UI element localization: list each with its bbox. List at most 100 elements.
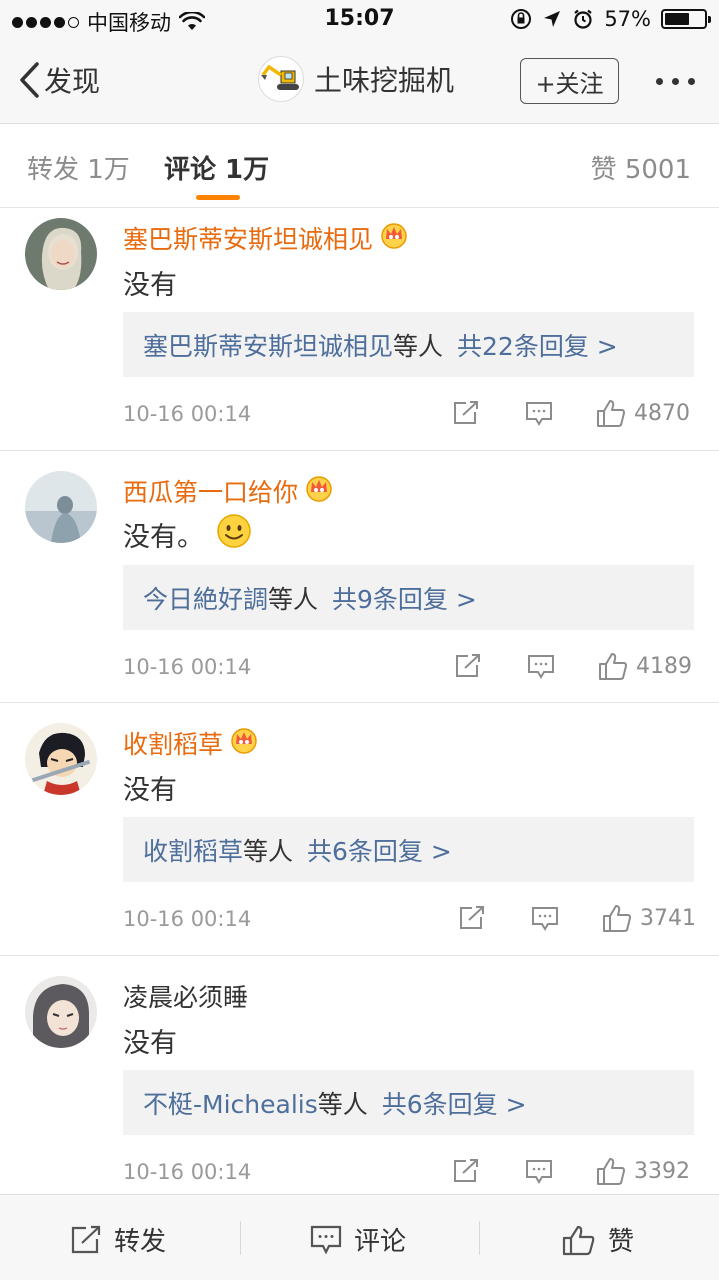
comment-divider <box>0 702 719 703</box>
account-name: 土味挖掘机 <box>314 64 455 97</box>
reply-suffix: 等人 <box>317 1089 368 1119</box>
repost-icon[interactable] <box>458 905 486 931</box>
back-button[interactable]: 发现 <box>18 60 100 100</box>
chevron-left-icon <box>20 62 39 98</box>
reply-author: 塞巴斯蒂安斯坦诚相见 <box>143 331 394 361</box>
comment-button[interactable]: 评论 <box>310 1221 406 1258</box>
comment-text-body: 没有。 <box>123 522 204 553</box>
tab-bar: 转发 1万 评论 1万 赞 5001 <box>0 125 719 208</box>
repost-button[interactable]: 转发 <box>70 1221 166 1258</box>
comment-time: 10-16 00:14 <box>123 402 252 426</box>
like-button[interactable]: 4189 <box>598 651 692 681</box>
comment-text: 没有 <box>123 775 177 806</box>
like-count: 3741 <box>640 905 696 931</box>
tab-comment[interactable]: 评论 1万 <box>164 149 269 186</box>
rotation-lock-icon <box>510 8 532 30</box>
comment-time: 10-16 00:14 <box>123 655 252 679</box>
reply-author: 不梃-Michealis <box>143 1089 318 1119</box>
thumbs-up-icon <box>599 653 627 680</box>
like-count: 4870 <box>634 400 690 426</box>
commenter-name[interactable]: 凌晨必须睡 <box>123 978 248 1014</box>
commenter-name[interactable]: 收割稻草 <box>123 725 259 761</box>
more-options-icon[interactable] <box>656 78 695 85</box>
comment-time: 10-16 00:14 <box>123 907 252 931</box>
vip-crown-icon <box>379 221 409 255</box>
active-tab-indicator <box>196 195 240 200</box>
avatar[interactable] <box>25 976 97 1048</box>
replies-summary[interactable]: 收割稻草 等人 共6条回复 > <box>123 817 694 882</box>
comment-item: 凌晨必须睡 没有 不梃-Michealis 等人 共6条回复 > 10-16 0… <box>0 966 719 1194</box>
comment-icon[interactable] <box>525 1159 553 1185</box>
repost-icon[interactable] <box>452 1158 480 1184</box>
location-icon <box>542 9 562 29</box>
replies-summary[interactable]: 今日絶好調 等人 共9条回复 > <box>123 565 694 630</box>
repost-icon <box>71 1225 101 1253</box>
bottom-separator <box>240 1221 241 1255</box>
comment-text: 没有。 <box>123 513 252 556</box>
nav-bar: 发现 土味挖掘机 +关注 <box>0 40 719 124</box>
commenter-name[interactable]: 西瓜第一口给你 <box>123 473 334 509</box>
battery-percent: 57% <box>604 7 651 31</box>
comment-text: 没有 <box>123 1028 177 1059</box>
bottom-action-bar: 转发 评论 赞 <box>0 1194 719 1280</box>
comment-item: 收割稻草 没有 收割稻草 等人 共6条回复 > 10-16 00:14 3741 <box>0 713 719 956</box>
smile-emoji-icon <box>216 513 252 556</box>
reply-count: 共6条回复 > <box>381 1089 527 1119</box>
excavator-avatar-icon <box>258 56 304 102</box>
comment-icon[interactable] <box>531 906 559 932</box>
avatar[interactable] <box>25 218 97 290</box>
repost-icon[interactable] <box>454 653 482 679</box>
like-button[interactable]: 3392 <box>596 1156 690 1186</box>
comment-divider <box>0 955 719 956</box>
repost-icon[interactable] <box>452 400 480 426</box>
comment-item: 塞巴斯蒂安斯坦诚相见 没有 塞巴斯蒂安斯坦诚相见 等人 共22条回复 > 10-… <box>0 208 719 451</box>
back-label: 发现 <box>44 65 101 98</box>
replies-summary[interactable]: 不梃-Michealis 等人 共6条回复 > <box>123 1070 694 1135</box>
comment-time: 10-16 00:14 <box>123 1160 252 1184</box>
reply-author: 收割稻草 <box>143 836 244 866</box>
comment-label: 评论 <box>354 1227 407 1257</box>
thumbs-up-icon <box>597 1158 625 1185</box>
comment-icon[interactable] <box>527 654 555 680</box>
comment-divider <box>0 450 719 451</box>
like-count: 3392 <box>634 1158 690 1184</box>
avatar[interactable] <box>25 471 97 543</box>
tab-likes[interactable]: 赞 5001 <box>591 149 691 186</box>
reply-count: 共9条回复 > <box>332 584 477 614</box>
account-title[interactable]: 土味挖掘机 <box>258 56 454 102</box>
commenter-name-text: 塞巴斯蒂安斯坦诚相见 <box>123 225 374 254</box>
status-right: 57% <box>510 7 711 31</box>
thumbs-up-icon <box>603 905 631 932</box>
comment-icon[interactable] <box>525 401 553 427</box>
like-button[interactable]: 4870 <box>596 398 690 428</box>
thumbs-up-icon <box>597 400 625 427</box>
reply-author: 今日絶好調 <box>143 584 269 614</box>
thumbs-up-icon <box>562 1225 595 1255</box>
bottom-separator <box>479 1221 480 1255</box>
like-count: 4189 <box>636 653 692 679</box>
reply-count: 共6条回复 > <box>307 836 452 866</box>
reply-suffix: 等人 <box>243 836 294 866</box>
follow-button[interactable]: +关注 <box>520 58 619 104</box>
commenter-name-text: 收割稻草 <box>123 730 224 759</box>
commenter-name[interactable]: 塞巴斯蒂安斯坦诚相见 <box>123 220 409 256</box>
vip-crown-icon <box>229 726 259 760</box>
commenter-name-text: 西瓜第一口给你 <box>123 478 299 507</box>
vip-crown-icon <box>304 474 334 508</box>
reply-suffix: 等人 <box>393 331 444 361</box>
reply-count: 共22条回复 > <box>457 331 618 361</box>
repost-label: 转发 <box>114 1227 167 1257</box>
like-button[interactable]: 3741 <box>602 903 696 933</box>
comment-text: 没有 <box>123 270 177 301</box>
tab-repost[interactable]: 转发 1万 <box>27 149 130 186</box>
like-button[interactable]: 赞 <box>562 1221 634 1258</box>
commenter-name-text: 凌晨必须睡 <box>123 983 249 1012</box>
alarm-icon <box>572 8 594 30</box>
replies-summary[interactable]: 塞巴斯蒂安斯坦诚相见 等人 共22条回复 > <box>123 312 694 377</box>
avatar[interactable] <box>25 723 97 795</box>
battery-icon <box>661 9 711 29</box>
comment-icon <box>310 1225 342 1254</box>
status-bar: 中国移动 15:07 57% <box>0 0 719 40</box>
comment-item: 西瓜第一口给你 没有。 今日絶好調 等人 共9条回复 > 10-16 00:14… <box>0 461 719 704</box>
reply-suffix: 等人 <box>268 584 319 614</box>
